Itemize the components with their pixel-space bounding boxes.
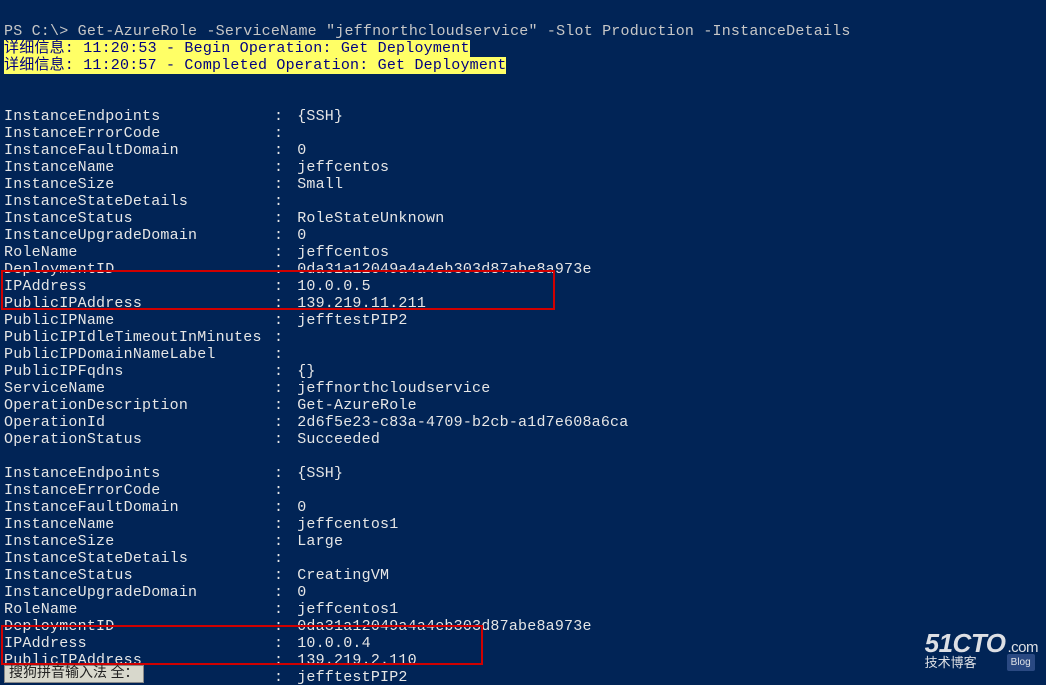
output-block-1: InstanceEndpoints: {SSH} InstanceErrorCo…	[4, 108, 628, 448]
prompt: PS C:\> Get-AzureRole -ServiceName "jeff…	[4, 23, 851, 40]
powershell-terminal[interactable]: PS C:\> Get-AzureRole -ServiceName "jeff…	[0, 0, 1046, 685]
verbose-line-1: 详细信息: 11:20:53 - Begin Operation: Get De…	[4, 40, 470, 57]
verbose-line-2: 详细信息: 11:20:57 - Completed Operation: Ge…	[4, 57, 506, 74]
ime-bar: 搜狗拼音输入法 全：	[4, 665, 144, 683]
output-block-2: InstanceEndpoints: {SSH} InstanceErrorCo…	[4, 465, 592, 685]
